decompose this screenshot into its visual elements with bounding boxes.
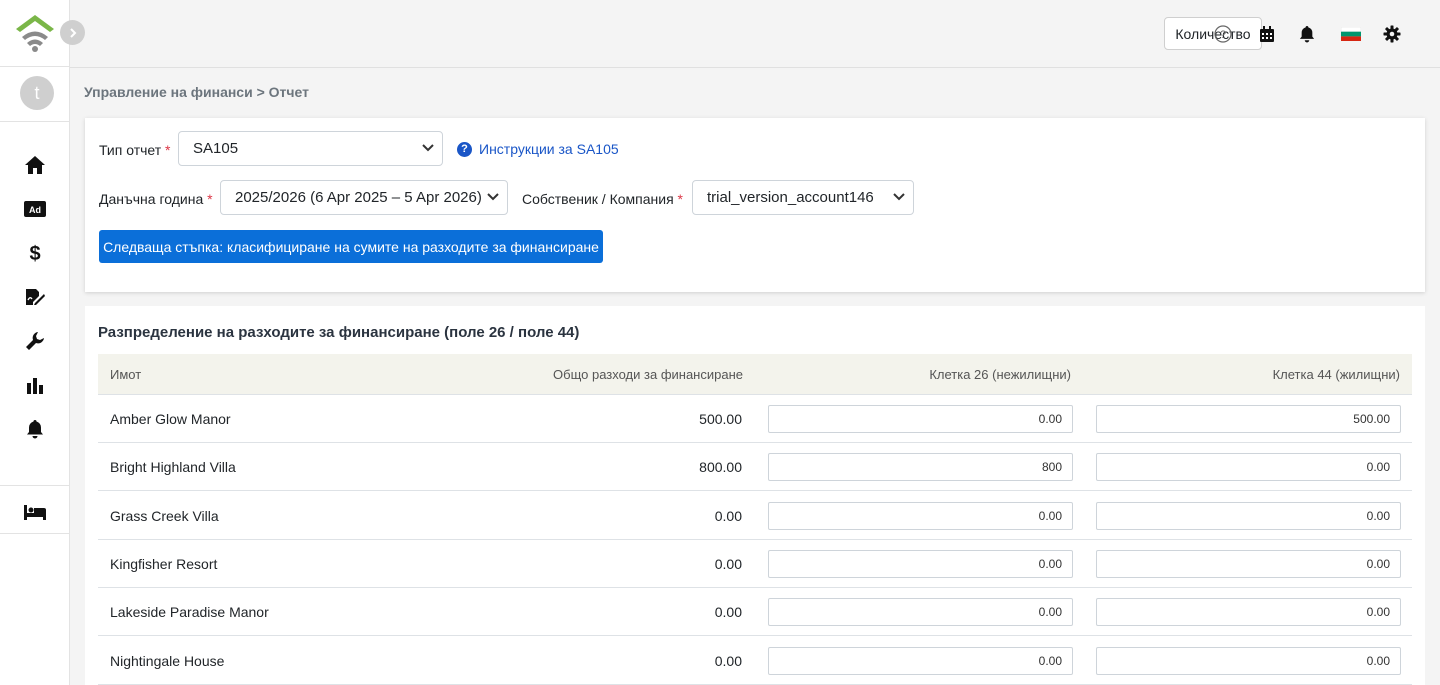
- avatar-initial: t: [34, 82, 40, 103]
- bell-icon[interactable]: [22, 417, 48, 441]
- notification-bell-icon[interactable]: [1297, 24, 1317, 44]
- box44-input[interactable]: 0.00: [1096, 646, 1401, 675]
- instructions-link-text: Инструкции за SA105: [479, 141, 619, 157]
- ad-icon[interactable]: Ad: [22, 197, 48, 221]
- box44-input[interactable]: 0.00: [1096, 598, 1401, 627]
- chevron-right-icon: [69, 27, 76, 38]
- header-total: Общо разходи за финансиране: [553, 367, 743, 382]
- total-finance-cost: 500.00: [699, 411, 742, 427]
- owner-value: trial_version_account146: [707, 189, 874, 206]
- box26-input[interactable]: 0.00: [768, 501, 1073, 530]
- svg-text:?: ?: [1220, 29, 1226, 41]
- property-name: Grass Creek Villa: [110, 507, 219, 524]
- box26-input[interactable]: 0.00: [768, 549, 1073, 578]
- report-type-select[interactable]: SA105: [178, 131, 443, 166]
- chevron-down-icon: [422, 144, 434, 152]
- total-finance-cost: 0.00: [714, 652, 742, 669]
- wifi-house-logo[interactable]: [14, 13, 56, 53]
- box44-input[interactable]: 0.00: [1096, 453, 1401, 482]
- chevron-down-icon: [487, 193, 499, 201]
- table-header: Имот Общо разходи за финансиране Клетка …: [98, 354, 1412, 395]
- owner-label-text: Собственик / Компания: [522, 191, 674, 207]
- box26-input[interactable]: 0.00: [768, 598, 1073, 627]
- flag-bg-icon[interactable]: [1340, 24, 1362, 44]
- bed-icon[interactable]: [22, 500, 48, 524]
- box44-input[interactable]: 0.00: [1096, 549, 1401, 578]
- header-box26: Клетка 26 (нежилищни): [929, 367, 1071, 382]
- signature-icon[interactable]: [22, 285, 48, 309]
- breadcrumb[interactable]: Управление на финанси > Отчет: [84, 84, 309, 100]
- table-row: Nightingale House 0.00 0.00 0.00: [98, 637, 1412, 685]
- report-type-label-text: Тип отчет: [99, 142, 162, 158]
- header-box44: Клетка 44 (жилищни): [1272, 367, 1400, 382]
- required-mark: *: [165, 142, 171, 158]
- report-type-label: Тип отчет *: [99, 142, 171, 158]
- tax-year-label-text: Данъчна година: [99, 191, 204, 207]
- finance-costs-card: Разпределение на разходите за финансиран…: [85, 306, 1425, 685]
- question-circle-icon: ?: [457, 141, 472, 157]
- required-mark: *: [207, 191, 213, 207]
- help-icon[interactable]: ?: [1213, 24, 1233, 44]
- property-name: Bright Highland Villa: [110, 459, 236, 476]
- total-finance-cost: 0.00: [714, 507, 742, 524]
- header-property: Имот: [110, 367, 142, 382]
- required-mark: *: [677, 191, 683, 207]
- sidebar-divider: [0, 485, 70, 486]
- tax-year-select[interactable]: 2025/2026 (6 Apr 2025 – 5 Apr 2026): [220, 180, 508, 215]
- box26-input[interactable]: 800: [768, 453, 1073, 482]
- total-finance-cost: 0.00: [714, 604, 742, 621]
- sidebar: t Ad $: [0, 0, 70, 685]
- topbar: Количество ?: [70, 0, 1440, 68]
- avatar[interactable]: t: [20, 76, 54, 110]
- home-icon[interactable]: [22, 153, 48, 177]
- report-type-value: SA105: [193, 140, 239, 157]
- owner-label: Собственик / Компания *: [522, 191, 683, 207]
- svg-text:Ad: Ad: [29, 205, 41, 215]
- table-row: Amber Glow Manor 500.00 0.00 500.00: [98, 395, 1412, 443]
- svg-text:$: $: [29, 243, 40, 264]
- table-row: Lakeside Paradise Manor 0.00 0.00 0.00: [98, 588, 1412, 637]
- bar-chart-icon[interactable]: [22, 373, 48, 397]
- tax-year-value: 2025/2026 (6 Apr 2025 – 5 Apr 2026): [235, 189, 482, 206]
- property-name: Kingfisher Resort: [110, 555, 218, 572]
- next-step-button[interactable]: Следваща стъпка: класифициране на сумите…: [99, 230, 603, 263]
- box44-input[interactable]: 500.00: [1096, 405, 1401, 433]
- total-finance-cost: 0.00: [714, 555, 742, 572]
- sidebar-divider: [0, 66, 70, 67]
- table-row: Grass Creek Villa 0.00 0.00 0.00: [98, 492, 1412, 540]
- box44-input[interactable]: 0.00: [1096, 501, 1401, 530]
- property-name: Nightingale House: [110, 652, 225, 669]
- wrench-icon[interactable]: [22, 329, 48, 353]
- property-name: Amber Glow Manor: [110, 411, 231, 427]
- instructions-link[interactable]: ? Инструкции за SA105: [457, 141, 619, 157]
- report-form-card: Тип отчет * SA105 ? Инструкции за SA105 …: [85, 118, 1425, 292]
- sidebar-collapse-button[interactable]: [60, 20, 85, 45]
- box26-input[interactable]: 0.00: [768, 646, 1073, 675]
- total-finance-cost: 800.00: [699, 459, 742, 476]
- box26-input[interactable]: 0.00: [768, 405, 1073, 433]
- sidebar-divider: [0, 533, 70, 534]
- tax-year-label: Данъчна година *: [99, 191, 213, 207]
- sidebar-divider: [0, 121, 70, 122]
- calendar-icon[interactable]: [1257, 24, 1277, 44]
- section-title: Разпределение на разходите за финансиран…: [98, 324, 580, 341]
- property-name: Lakeside Paradise Manor: [110, 604, 269, 621]
- chevron-down-icon: [893, 193, 905, 201]
- gear-icon[interactable]: [1382, 24, 1402, 44]
- table-row: Bright Highland Villa 800.00 800 0.00: [98, 443, 1412, 492]
- dollar-icon[interactable]: $: [22, 241, 48, 265]
- owner-select[interactable]: trial_version_account146: [692, 180, 914, 215]
- table-row: Kingfisher Resort 0.00 0.00 0.00: [98, 540, 1412, 588]
